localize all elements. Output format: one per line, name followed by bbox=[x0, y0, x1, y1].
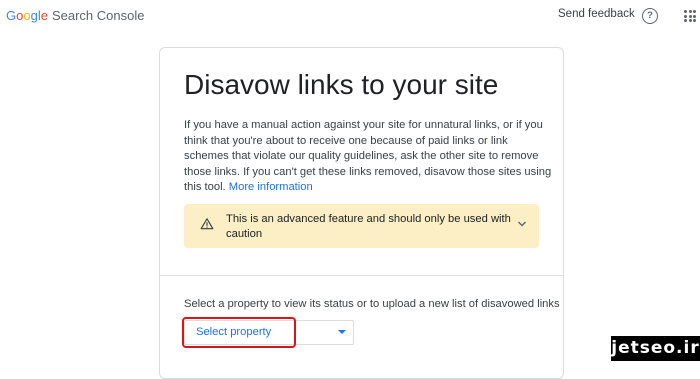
more-information-link[interactable]: More information bbox=[229, 181, 313, 193]
advanced-feature-warning[interactable]: This is an advanced feature and should o… bbox=[184, 204, 539, 248]
property-prompt: Select a property to view its status or … bbox=[184, 298, 560, 310]
google-wordmark: Google bbox=[6, 8, 48, 23]
section-divider bbox=[160, 275, 563, 276]
warning-text: This is an advanced feature and should o… bbox=[226, 213, 511, 240]
help-icon[interactable]: ? bbox=[642, 8, 658, 24]
warning-triangle-icon bbox=[200, 218, 214, 230]
site-watermark: jetseo.ir bbox=[611, 336, 700, 361]
apps-grid-icon[interactable] bbox=[684, 10, 696, 22]
page-title: Disavow links to your site bbox=[184, 69, 499, 100]
send-feedback-link[interactable]: Send feedback bbox=[558, 8, 635, 20]
top-app-bar: Google Search Console Send feedback ? bbox=[0, 0, 700, 32]
red-highlight-annotation bbox=[182, 317, 296, 348]
search-console-logo[interactable]: Google Search Console bbox=[6, 8, 144, 23]
dropdown-caret-icon bbox=[338, 330, 346, 334]
product-name: Search Console bbox=[51, 8, 145, 23]
chevron-down-icon[interactable] bbox=[517, 219, 527, 229]
description-text: If you have a manual action against your… bbox=[184, 118, 554, 196]
